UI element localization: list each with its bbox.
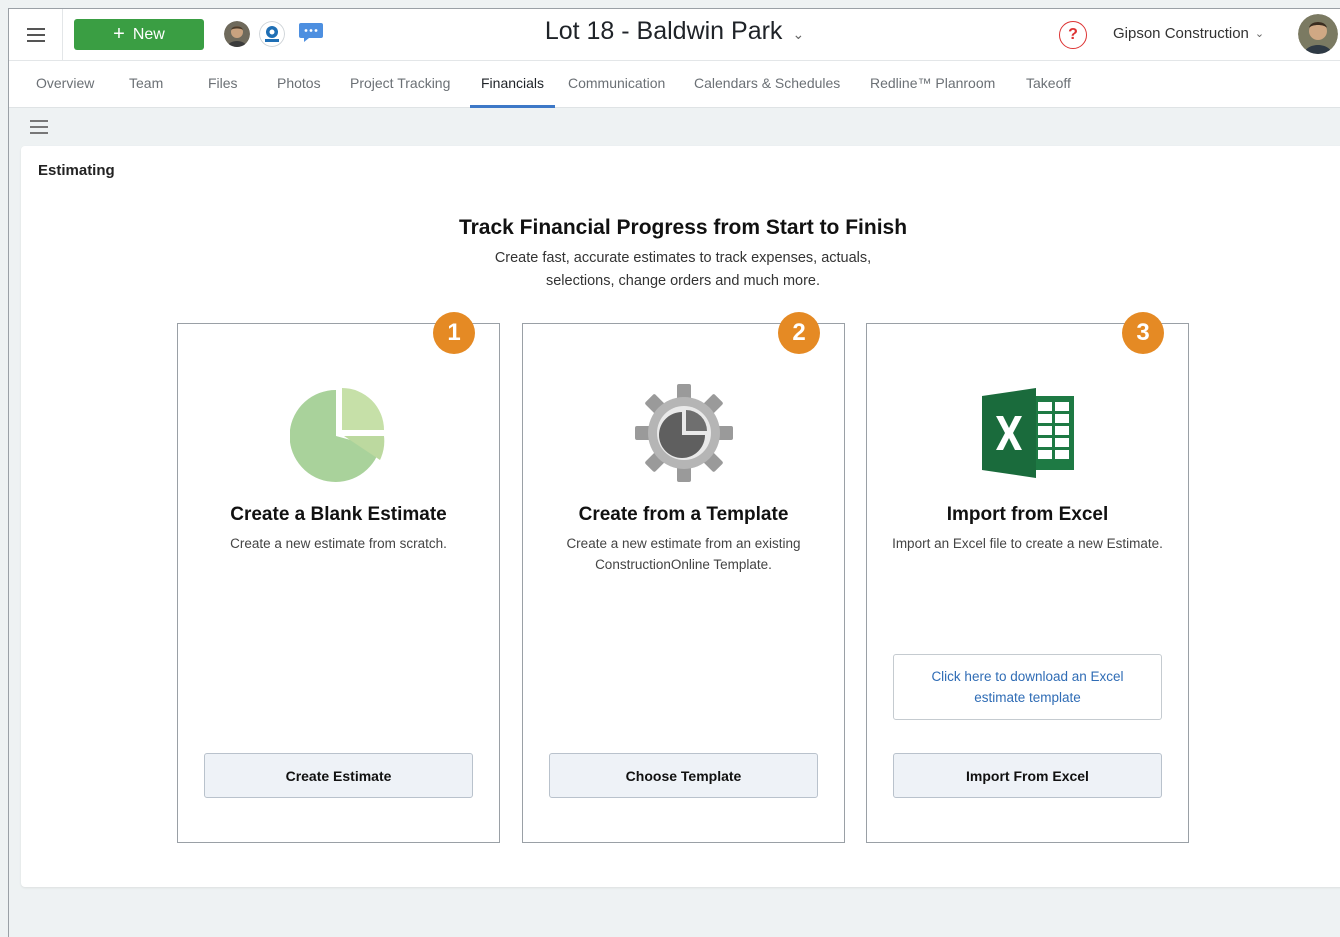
help-icon[interactable]: ? xyxy=(1059,21,1087,49)
new-button-label: New xyxy=(132,25,165,43)
hero-title: Track Financial Progress from Start to F… xyxy=(458,216,908,239)
step-badge: 2 xyxy=(778,312,820,354)
tab-takeoff[interactable]: Takeoff xyxy=(1026,61,1071,108)
panel-title: Estimating xyxy=(38,162,115,179)
pie-chart-icon xyxy=(178,386,499,482)
company-selector[interactable]: Gipson Construction ⌄ xyxy=(1113,25,1264,42)
main-menu-icon[interactable] xyxy=(9,9,63,61)
top-bar: + New Lot 18 - Baldwin Park ⌄ ? Gipson C… xyxy=(9,9,1340,61)
hero-subtitle-line: Create fast, accurate estimates to track… xyxy=(494,250,872,266)
card-title: Create a Blank Estimate xyxy=(230,504,447,525)
excel-icon xyxy=(867,388,1188,478)
chevron-down-icon: ⌄ xyxy=(1254,28,1265,40)
tab-files[interactable]: Files xyxy=(208,61,238,108)
project-selector[interactable]: Lot 18 - Baldwin Park ⌄ xyxy=(545,17,804,46)
tab-communication[interactable]: Communication xyxy=(568,61,665,108)
choose-template-button[interactable]: Choose Template xyxy=(549,753,818,798)
financials-menu-icon[interactable] xyxy=(30,120,48,134)
company-logo-icon[interactable] xyxy=(259,21,285,47)
tab-overview[interactable]: Overview xyxy=(36,61,94,108)
company-name: Gipson Construction xyxy=(1113,25,1249,42)
card-title: Import from Excel xyxy=(946,504,1109,525)
profile-avatar[interactable] xyxy=(1298,14,1338,54)
tab-financials[interactable]: Financials xyxy=(469,61,556,108)
new-button[interactable]: + New xyxy=(74,19,204,50)
tab-calendars-schedules[interactable]: Calendars & Schedules xyxy=(694,61,840,108)
user-avatar-icon[interactable] xyxy=(224,21,250,47)
card-title: Create from a Template xyxy=(578,504,789,525)
gear-chart-icon xyxy=(523,382,844,484)
import-from-excel-button[interactable]: Import From Excel xyxy=(893,753,1162,798)
tab-team[interactable]: Team xyxy=(129,61,163,108)
template-card: 2 Create from a Template Create a new es… xyxy=(522,312,845,843)
chevron-down-icon: ⌄ xyxy=(792,26,805,42)
blank-estimate-card: 1 Create a Blank Estimate Create a new e… xyxy=(177,312,500,843)
download-template-link[interactable]: Click here to download an Excel estimate… xyxy=(893,654,1162,720)
tab-photos[interactable]: Photos xyxy=(277,61,321,108)
step-badge: 3 xyxy=(1122,312,1164,354)
tab-redline-planroom[interactable]: Redline™ Planroom xyxy=(870,61,995,108)
chat-icon[interactable] xyxy=(298,21,324,45)
project-title: Lot 18 - Baldwin Park xyxy=(544,17,783,45)
create-estimate-button[interactable]: Create Estimate xyxy=(204,753,473,798)
hero-subtitle: Create fast, accurate estimates to track… xyxy=(21,247,1340,293)
tab-project-tracking[interactable]: Project Tracking xyxy=(350,61,450,108)
estimating-panel: Estimating Track Financial Progress from… xyxy=(21,146,1340,887)
hero-subtitle-line: selections, change orders and much more. xyxy=(545,273,821,289)
card-description: Import an Excel file to create a new Est… xyxy=(892,536,1163,551)
step-badge: 1 xyxy=(433,312,475,354)
app-window: + New Lot 18 - Baldwin Park ⌄ ? Gipson C… xyxy=(8,8,1340,937)
card-description: Create a new estimate from an existing C… xyxy=(566,536,801,572)
project-tabs: Overview Team Files Photos Project Track… xyxy=(9,61,1340,108)
plus-icon: + xyxy=(113,22,125,45)
card-description: Create a new estimate from scratch. xyxy=(230,536,447,551)
import-excel-card: 3 Import from Excel Import an Excel file… xyxy=(866,312,1189,843)
